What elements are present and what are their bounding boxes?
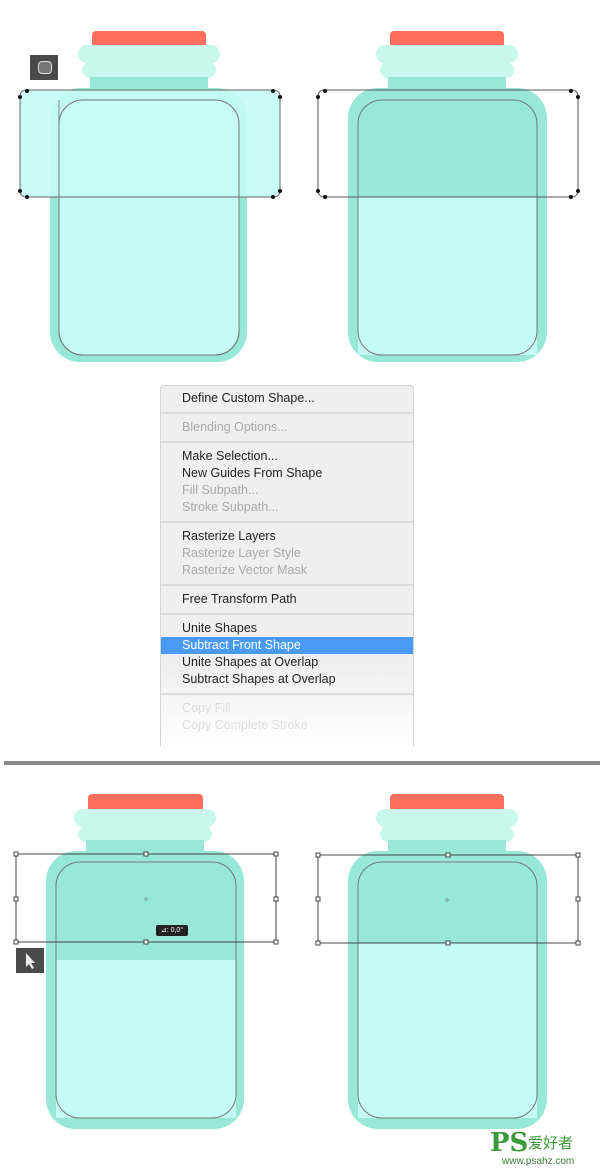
menu-item-stroke-subpath: Stroke Subpath...	[182, 500, 279, 514]
menu-item-copy-fill: Copy Fill	[182, 701, 231, 715]
jar-bottom-left: ✧	[13, 794, 279, 1129]
menu-item-rasterize-vector-mask: Rasterize Vector Mask	[182, 563, 308, 577]
menu-item-unite-shapes-at-overlap[interactable]: Unite Shapes at Overlap	[161, 654, 413, 671]
menu-item-subtract-front-shape[interactable]: Subtract Front Shape	[161, 637, 413, 654]
menu-separator	[161, 693, 413, 695]
jar-top-right	[316, 31, 580, 362]
watermark: PS 爱好者 www.psahz.com	[490, 1128, 600, 1167]
menu-separator	[161, 613, 413, 615]
menu-item-fill-subpath: Fill Subpath...	[182, 483, 259, 497]
menu-item-new-guides-from-shape[interactable]: New Guides From Shape	[161, 465, 413, 482]
rounded-rectangle-tool-icon[interactable]	[30, 55, 58, 80]
menu-separator	[161, 412, 413, 414]
menu-item-rasterize-layer-style: Rasterize Layer Style	[182, 546, 301, 560]
menu-item-define-custom-shape[interactable]: Define Custom Shape...	[161, 390, 413, 407]
jar-bottom-right: ✧	[315, 794, 581, 1129]
menu-item-unite-shapes[interactable]: Unite Shapes	[161, 620, 413, 637]
jar-top-left	[18, 31, 282, 362]
divider	[4, 761, 600, 765]
menu-separator	[161, 584, 413, 586]
menu-separator	[161, 521, 413, 523]
menu-item-blending-options: Blending Options...	[182, 420, 288, 434]
menu-item-free-transform-path[interactable]: Free Transform Path	[161, 591, 413, 608]
watermark-logo: PS	[490, 1128, 529, 1158]
watermark-cn: 爱好者	[528, 1135, 574, 1152]
rotation-readout: ⊿: 0,0°	[156, 925, 188, 936]
menu-item-subtract-shapes-at-overlap[interactable]: Subtract Shapes at Overlap	[161, 671, 413, 688]
path-selection-tool-icon[interactable]	[16, 948, 44, 973]
context-menu: Define Custom Shape... Blending Options.…	[160, 385, 414, 746]
svg-text:✧: ✧	[444, 896, 451, 905]
menu-item-make-selection[interactable]: Make Selection...	[161, 448, 413, 465]
menu-separator	[161, 441, 413, 443]
menu-item-rasterize-layers[interactable]: Rasterize Layers	[161, 528, 413, 545]
menu-item-copy-complete-stroke: Copy Complete Stroke	[182, 718, 308, 732]
svg-text:✧: ✧	[143, 895, 150, 904]
watermark-url: www.psahz.com	[502, 1156, 575, 1167]
